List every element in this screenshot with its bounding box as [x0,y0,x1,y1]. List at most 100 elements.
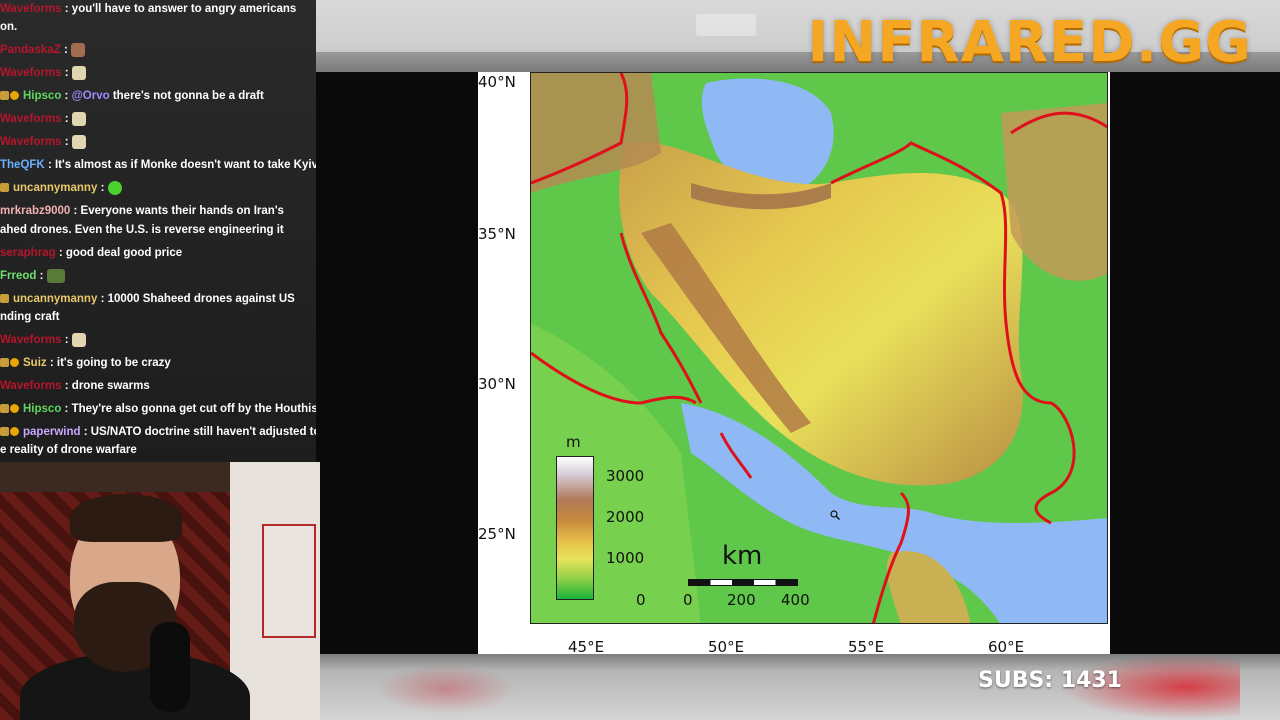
crown-badge-icon [0,294,9,304]
chat-message: Frreod : [0,267,316,286]
chat-username[interactable]: Frreod [0,270,36,282]
chat-text: : [64,113,69,125]
banner-smear [376,664,516,714]
sub-badge-icon [10,427,19,437]
scale-bar [688,579,798,586]
scale-unit: km [722,541,763,571]
chat-username[interactable]: TheQFK [0,159,45,171]
chat-text: : [63,44,68,56]
chat-username[interactable]: Waveforms [0,67,62,79]
chat-username[interactable]: Waveforms [0,113,62,125]
ghost-emote-icon [71,134,86,149]
chat-text: : It's almost as if Monke doesn't want t… [47,159,316,171]
chat-badges [0,87,20,106]
chat-username[interactable]: Waveforms [0,136,62,148]
chat-message: Waveforms : [0,331,316,350]
chat-text: : drone swarms [64,380,150,392]
chat-text: ahed drones. Even the U.S. is reverse en… [0,224,284,236]
lat-label-25n: 25°N [478,525,516,543]
chat-text: there's not gonna be a draft [112,90,264,102]
topographic-map [530,72,1108,624]
chat-username[interactable]: Suiz [23,357,47,369]
chat-text: : 10000 Shaheed drones against US [100,293,295,305]
streamer-hair [70,494,182,542]
chat-username[interactable]: uncannymanny [13,293,97,305]
legend-unit: m [566,433,581,451]
chat-message: Hipsco : @Orvo there's not gonna be a dr… [0,87,316,106]
lat-label-30n: 30°N [478,375,516,393]
chat-message: uncannymanny : [0,179,316,198]
microphone [150,622,190,712]
scale-tick-400: 400 [781,591,810,609]
chat-message: Waveforms : [0,133,316,152]
elevation-legend [556,456,594,600]
chat-message: paperwind : US/NATO doctrine still haven… [0,423,316,442]
chat-username[interactable]: PandaskaZ [0,44,61,56]
crown-badge-icon [0,358,9,368]
chat-text: : Everyone wants their hands on Iran's [73,205,284,217]
face-emote-icon [70,42,85,57]
chat-message: Hipsco : They're also gonna get cut off … [0,400,316,419]
chat-message: on. [0,18,316,37]
sub-badge-icon [10,358,19,368]
chat-text: nding craft [0,311,60,323]
chat-message: e reality of drone warfare [0,441,316,460]
chat-username[interactable]: mrkrabz9000 [0,205,70,217]
chat-message: seraphrag : good deal good price [0,244,316,263]
lat-label-35n: 35°N [478,225,516,243]
chat-username[interactable]: seraphrag [0,247,56,259]
legend-tick-1000: 1000 [606,549,645,567]
chat-message: PandaskaZ : [0,41,316,60]
chat-message: Waveforms : drone swarms [0,377,316,396]
legend-tick-0: 0 [636,591,646,609]
faint-banner-text [696,14,756,36]
scale-tick-200: 200 [727,591,756,609]
chat-text: on. [0,21,18,33]
chat-text: : it's going to be crazy [49,357,171,369]
chat-username[interactable]: Hipsco [23,90,61,102]
subs-counter: SUBS: 1431 [977,668,1122,693]
chat-badges [0,354,20,373]
chat-username[interactable]: uncannymanny [13,182,97,194]
chat-username[interactable]: Waveforms [0,380,62,392]
chat-text: : [64,67,69,79]
wall-poster [262,524,316,638]
webcam-feed [0,462,320,720]
chat-username[interactable]: Hipsco [23,403,61,415]
legend-tick-2000: 2000 [606,508,645,526]
sub-badge-icon [10,91,19,101]
sub-badge-icon [10,404,19,414]
legend-tick-3000: 3000 [606,467,645,485]
bottom-banner: SUBS: 1431 [316,654,1280,720]
chat-badges [0,179,10,198]
ghost-emote-icon [71,332,86,347]
map-terrain [531,73,1107,623]
zoom-cursor-icon [830,510,840,520]
veh-emote-icon [46,268,65,283]
chat-text: : good deal good price [58,247,183,259]
green-emote-icon [107,180,122,195]
chat-text: : [100,182,105,194]
chat-text: e reality of drone warfare [0,444,137,456]
chat-message: uncannymanny : 10000 Shaheed drones agai… [0,290,316,309]
top-banner: INFRARED.GG [316,0,1280,75]
chat-text: : you'll have to answer to angry america… [64,3,297,15]
chat-text: : They're also gonna get cut off by the … [64,403,316,415]
chat-username[interactable]: Waveforms [0,334,62,346]
chat-message: mrkrabz9000 : Everyone wants their hands… [0,202,316,221]
chat-mention[interactable]: @Orvo [72,90,113,102]
crown-badge-icon [0,183,9,193]
brand-logo: INFRARED.GG [807,10,1252,75]
crown-badge-icon [0,427,9,437]
chat-message: Waveforms : [0,110,316,129]
chat-badges [0,290,10,309]
chat-message: Waveforms : [0,64,316,83]
chat-username[interactable]: Waveforms [0,3,62,15]
chat-badges [0,423,20,442]
lat-label-40n: 40°N [478,73,516,91]
ghost-emote-icon [71,111,86,126]
chat-badges [0,400,20,419]
chat-username[interactable]: paperwind [23,426,81,438]
chat-panel: Waveforms : you'll have to answer to ang… [0,0,316,462]
chat-text: : US/NATO doctrine still haven't adjuste… [83,426,316,438]
